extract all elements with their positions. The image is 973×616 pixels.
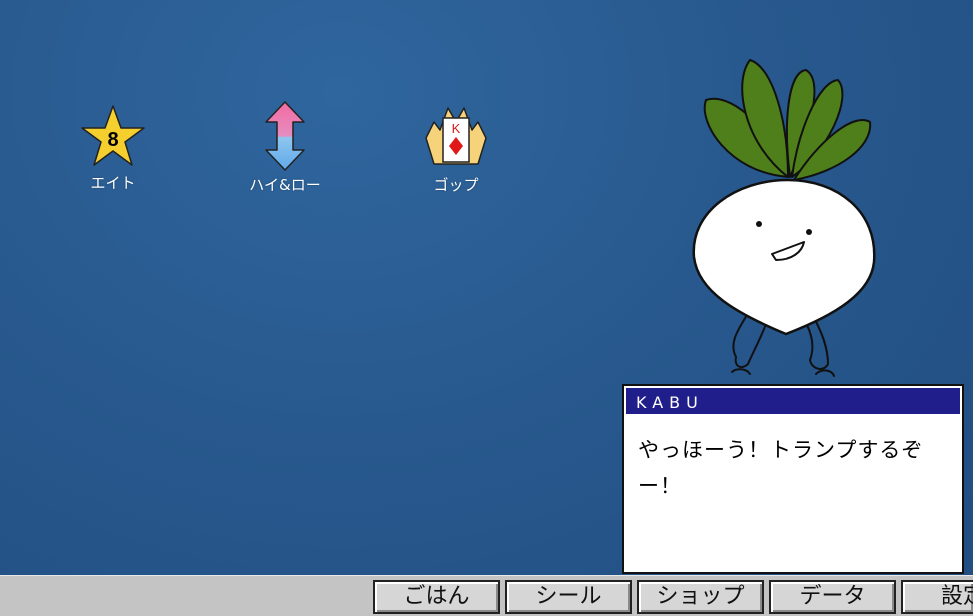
desktop-icon-gop[interactable]: K ゴップ: [411, 100, 501, 195]
shop-button[interactable]: ショップ: [637, 580, 764, 614]
icon-label-gop: ゴップ: [433, 176, 479, 194]
desktop-icon-high-low[interactable]: ハイ&ロー: [240, 100, 330, 195]
card-rank: K: [452, 121, 461, 136]
dialog-speaker-name: KABU: [624, 386, 962, 416]
data-button[interactable]: データ: [769, 580, 896, 614]
star-badge-number: 8: [107, 129, 118, 151]
speech-dialog: KABU やっほーう！トランプするぞー！: [622, 384, 964, 574]
settings-button[interactable]: 設定: [901, 580, 973, 614]
turnip-eye-right: [806, 229, 812, 235]
turnip-character[interactable]: [688, 52, 888, 382]
up-down-arrow-icon: [265, 101, 305, 171]
stickers-button[interactable]: シール: [505, 580, 632, 614]
dialog-message: やっほーう！トランプするぞー！: [638, 438, 924, 498]
king-card-icon: K: [425, 107, 487, 165]
icon-label-high-low: ハイ&ロー: [249, 176, 321, 194]
meal-button[interactable]: ごはん: [373, 580, 500, 614]
desktop-icon-eight[interactable]: 8 エイト: [68, 104, 158, 193]
icon-label-eight: エイト: [90, 174, 136, 192]
turnip-eye-left: [756, 221, 762, 227]
star-icon: 8: [81, 105, 145, 166]
turnip-leaves: [703, 59, 872, 181]
taskbar: ごはん シール ショップ データ 設定: [0, 575, 973, 616]
